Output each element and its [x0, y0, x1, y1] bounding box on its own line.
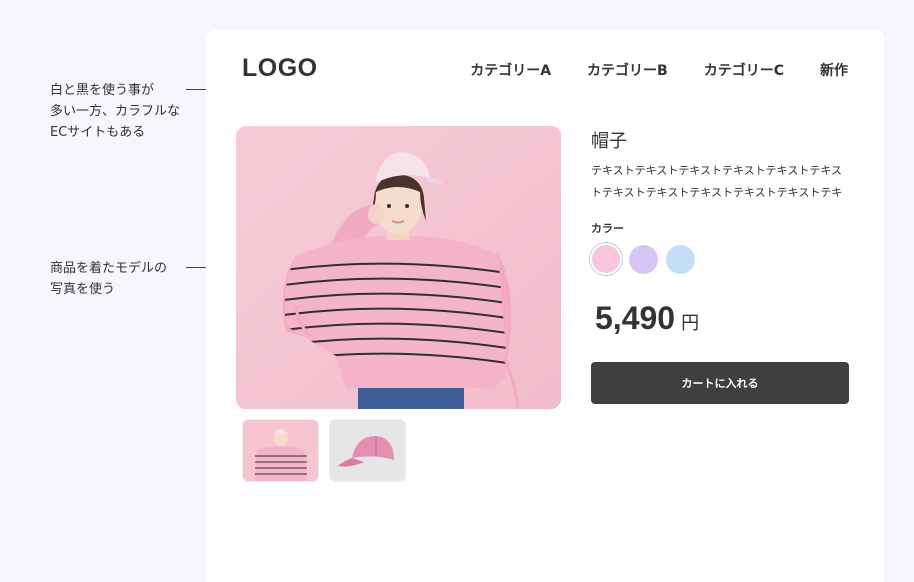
- thumbnail-cap[interactable]: [329, 419, 406, 482]
- thumbnail-model[interactable]: [242, 419, 319, 482]
- color-swatch-light-blue[interactable]: [666, 244, 695, 274]
- product-title: 帽子: [591, 131, 627, 152]
- product-description: テキストテキストテキストテキストテキストテキストテキストテキストテキストテキスト…: [591, 164, 843, 199]
- nav-item-category-b[interactable]: カテゴリーB: [587, 60, 668, 80]
- add-to-cart-button[interactable]: カートに入れる: [591, 362, 849, 404]
- price-value: 5,490: [595, 300, 676, 336]
- nav-item-new[interactable]: 新作: [820, 60, 848, 80]
- color-label: カラー: [591, 222, 624, 235]
- price: 5,490 円: [595, 300, 699, 337]
- color-swatches: [591, 244, 695, 274]
- annotation-photo: 商品を着たモデルの 写真を使う: [50, 261, 168, 297]
- thumbnail-strip: [242, 419, 406, 482]
- thumbnail-cap-image: [330, 420, 405, 481]
- model-photo-illustration: [236, 126, 561, 409]
- site-logo[interactable]: LOGO: [242, 54, 318, 83]
- color-swatch-pink[interactable]: [592, 245, 620, 273]
- main-product-photo: [236, 126, 561, 409]
- price-unit: 円: [681, 313, 700, 334]
- nav-item-category-a[interactable]: カテゴリーA: [470, 60, 551, 80]
- main-nav: カテゴリーA カテゴリーB カテゴリーC 新作: [470, 60, 848, 80]
- thumbnail-model-image: [243, 420, 318, 481]
- color-swatch-lavender[interactable]: [629, 244, 658, 274]
- annotation-colors: 白と黒を使う事が 多い一方、カラフルな ECサイトもある: [50, 83, 181, 140]
- nav-item-category-c[interactable]: カテゴリーC: [704, 60, 784, 80]
- product-page-card: LOGO カテゴリーA カテゴリーB カテゴリーC 新作 帽子 テキストテキスト…: [206, 30, 884, 582]
